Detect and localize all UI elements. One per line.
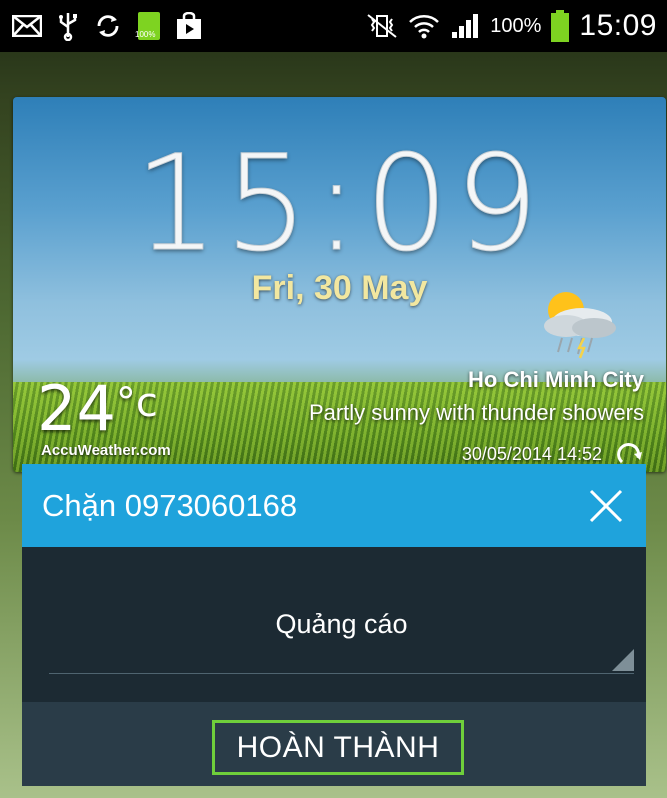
close-icon bbox=[589, 489, 623, 522]
signal-icon bbox=[450, 12, 480, 40]
widget-condition: Partly sunny with thunder showers bbox=[308, 400, 644, 425]
widget-clock: 15:09 bbox=[134, 127, 545, 282]
status-bar: 100% 100% 15:09 bbox=[0, 0, 667, 52]
usb-icon bbox=[58, 11, 78, 41]
widget-city: Ho Chi Minh City bbox=[468, 367, 644, 392]
battery-icon bbox=[551, 10, 570, 42]
battery-charging-icon: 100% bbox=[135, 12, 160, 40]
widget-updated-time: 30/05/2014 14:52 bbox=[461, 444, 602, 464]
mail-icon bbox=[12, 15, 42, 37]
sync-icon bbox=[94, 12, 122, 40]
battery-mini-label: 100% bbox=[135, 30, 156, 39]
close-button[interactable] bbox=[586, 486, 626, 526]
battery-percent: 100% bbox=[490, 14, 542, 37]
dialog-footer: HOÀN THÀNH bbox=[22, 702, 646, 786]
dialog-header: Chặn 0973060168 bbox=[22, 464, 646, 547]
temperature-value: 24 bbox=[37, 372, 116, 445]
status-bar-left: 100% bbox=[12, 11, 202, 41]
status-time: 15:09 bbox=[579, 9, 657, 42]
partly-sunny-thunder-icon bbox=[524, 282, 624, 367]
shopping-bag-icon bbox=[176, 12, 202, 40]
vibrate-mute-icon bbox=[366, 13, 398, 39]
widget-temperature: 24°c bbox=[37, 372, 158, 445]
reason-dropdown[interactable]: Quảng cáo bbox=[49, 599, 634, 674]
temperature-unit: °c bbox=[115, 380, 158, 426]
widget-brand: AccuWeather.com bbox=[41, 442, 171, 459]
status-bar-right: 100% 15:09 bbox=[366, 9, 657, 43]
dialog-body: Quảng cáo bbox=[22, 547, 646, 702]
done-button[interactable]: HOÀN THÀNH bbox=[212, 720, 464, 775]
dialog-title: Chặn 0973060168 bbox=[42, 487, 298, 523]
wifi-icon bbox=[408, 12, 440, 40]
reason-dropdown-value: Quảng cáo bbox=[275, 609, 408, 639]
refresh-icon[interactable] bbox=[614, 439, 646, 467]
weather-clock-widget[interactable]: 15:09 Fri, 30 May 24°c AccuWeather.com H… bbox=[13, 97, 666, 472]
dropdown-arrow-icon bbox=[612, 649, 634, 671]
